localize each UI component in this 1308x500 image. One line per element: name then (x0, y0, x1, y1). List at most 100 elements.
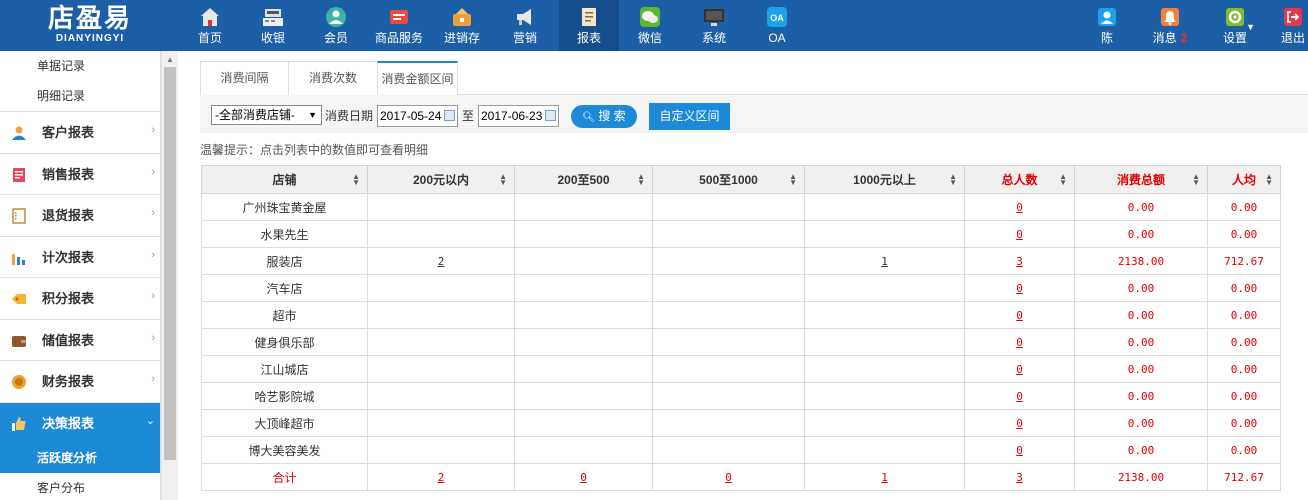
store-select[interactable]: -全部消费店铺- ▼ (211, 105, 322, 125)
thumbs-up-icon (12, 416, 26, 431)
sidebar-group-label: 退货报表 (42, 208, 95, 223)
column-header[interactable]: 200至500 ▲ ▼ (514, 165, 653, 194)
count-link[interactable]: 0 (1016, 417, 1023, 430)
sidebar-group-sales-report[interactable]: 销售报表 › (0, 152, 160, 195)
caret-down-icon: ▼ (1246, 22, 1255, 32)
search-button-label: 搜 索 (598, 109, 626, 123)
nav-marketing[interactable]: 营销 (502, 0, 548, 51)
sidebar-group-customer-report[interactable]: 客户报表 › (0, 111, 160, 153)
column-header[interactable]: 人均 ▲ ▼ (1207, 165, 1281, 194)
logout-button[interactable]: 退出 (1278, 0, 1308, 51)
return-icon (12, 208, 26, 224)
search-button[interactable]: 🔍︎ 搜 索 (571, 105, 637, 128)
tab-consumption-interval[interactable]: 消费间隔 (200, 61, 289, 95)
column-header[interactable]: 1000元以上 ▲ ▼ (804, 165, 965, 194)
nav-oa[interactable]: OA OA (755, 0, 799, 51)
store-name: 哈艺影院城 (201, 382, 368, 410)
count-link[interactable]: 0 (1016, 363, 1023, 376)
column-header[interactable]: 店铺 ▲ ▼ (201, 165, 368, 194)
calendar-icon[interactable] (444, 110, 455, 121)
nav-goods-service[interactable]: 商品服务 (371, 0, 427, 51)
count-link[interactable]: 0 (1016, 201, 1023, 214)
count-link[interactable]: 0 (1016, 309, 1023, 322)
sidebar-scrollbar[interactable]: ▲ (161, 51, 178, 500)
sidebar-item-customer-distribution[interactable]: 客户分布 (0, 473, 160, 500)
count-cell (367, 193, 515, 221)
count-link[interactable]: 0 (725, 471, 732, 484)
count-link[interactable]: 0 (1016, 390, 1023, 403)
nav-wechat[interactable]: 微信 (627, 0, 673, 51)
count-link[interactable]: 0 (1016, 444, 1023, 457)
count-cell (367, 409, 515, 437)
sidebar-group-decision-report[interactable]: 决策报表 ⌄ (0, 401, 160, 443)
sidebar-item-detail-records[interactable]: 明细记录 (0, 81, 160, 111)
sidebar-group-stored-value-report[interactable]: 储值报表 › (0, 318, 160, 361)
nav-home-label: 首页 (197, 31, 222, 45)
date-to-input[interactable]: 2017-06-23 (478, 105, 559, 127)
count-link[interactable]: 0 (580, 471, 587, 484)
total-amount-cell: 0.00 (1074, 301, 1208, 329)
count-link[interactable]: 0 (1016, 228, 1023, 241)
dropdown-arrow-icon: ▼ (308, 110, 317, 120)
sidebar-group-label: 财务报表 (42, 374, 95, 389)
bell-icon (1161, 8, 1179, 26)
nav-cashier[interactable]: 收银 (250, 0, 296, 51)
nav-inventory-label: 进销存 (443, 31, 480, 45)
column-header[interactable]: 总人数 ▲ ▼ (964, 165, 1075, 194)
count-link[interactable]: 1 (881, 255, 888, 268)
logo[interactable]: 店盈易 DIANYINGYI (0, 0, 180, 51)
sidebar-group-finance-report[interactable]: 财务报表 › (0, 360, 160, 402)
sidebar-group-points-report[interactable]: 积分报表 › (0, 277, 160, 319)
count-link[interactable]: 2 (438, 255, 445, 268)
count-cell: 0 (964, 355, 1075, 383)
count-cell: 2 (367, 247, 515, 275)
count-link[interactable]: 0 (1016, 336, 1023, 349)
count-link[interactable]: 0 (1016, 282, 1023, 295)
messages-button[interactable]: 消息 2 (1146, 0, 1194, 51)
chevron-down-icon: ⌄ (145, 414, 155, 427)
average-cell: 712.67 (1207, 463, 1281, 491)
scrollbar-thumb[interactable] (164, 67, 176, 460)
logo-subtext: DIANYINGYI (55, 33, 125, 44)
settings-menu[interactable]: 设置 ▼ (1215, 0, 1255, 51)
nav-system[interactable]: 系统 (690, 0, 738, 51)
nav-member[interactable]: 会员 (313, 0, 359, 51)
count-cell (804, 193, 965, 221)
column-header[interactable]: 500至1000 ▲ ▼ (652, 165, 805, 194)
sidebar-item-bill-records[interactable]: 单据记录 (0, 51, 160, 81)
member-icon (326, 7, 346, 27)
sort-icon: ▲ ▼ (637, 172, 645, 187)
tab-consumption-count[interactable]: 消费次数 (288, 61, 378, 95)
sidebar-group-return-report[interactable]: 退货报表 › (0, 194, 160, 236)
count-link[interactable]: 3 (1016, 255, 1023, 268)
table-row: 健身俱乐部 0 0.00 0.00 (201, 328, 1281, 356)
calendar-icon[interactable] (545, 110, 556, 121)
tab-consumption-amount-range[interactable]: 消费金额区间 (377, 61, 458, 96)
sidebar-group-count-report[interactable]: 计次报表 › (0, 235, 160, 278)
hint-text: 温馨提示：点击列表中的数值即可查看明细 (200, 143, 429, 157)
sidebar-item-activity-analysis[interactable]: 活跃度分析 (0, 443, 160, 473)
user-menu[interactable]: 陈 (1090, 0, 1124, 51)
column-header[interactable]: 200元以内 ▲ ▼ (367, 165, 515, 194)
nav-report[interactable]: 报表 (559, 0, 619, 51)
count-link[interactable]: 2 (438, 471, 445, 484)
table-row: 服装店 2 1 3 2138.00 712.67 (201, 247, 1281, 275)
count-cell (367, 355, 515, 383)
chevron-right-icon: › (151, 165, 155, 178)
count-cell: 0 (964, 193, 1075, 221)
search-icon: 🔍︎ (582, 112, 595, 123)
nav-inventory[interactable]: 进销存 (438, 0, 486, 51)
scroll-up-arrow-icon[interactable]: ▲ (166, 55, 174, 64)
store-name: 大顶峰超市 (201, 409, 368, 437)
date-from-input[interactable]: 2017-05-24 (377, 105, 458, 127)
logout-icon (1284, 8, 1302, 26)
total-amount-cell: 0.00 (1074, 436, 1208, 464)
column-header[interactable]: 消费总额 ▲ ▼ (1074, 165, 1208, 194)
nav-home[interactable]: 首页 (187, 0, 233, 51)
count-link[interactable]: 3 (1016, 471, 1023, 484)
messages-label: 消息 (1152, 31, 1177, 45)
custom-range-button[interactable]: 自定义区间 (649, 103, 730, 130)
total-amount-cell: 2138.00 (1074, 247, 1208, 275)
count-link[interactable]: 1 (881, 471, 888, 484)
sort-icon: ▲ ▼ (1059, 172, 1067, 187)
